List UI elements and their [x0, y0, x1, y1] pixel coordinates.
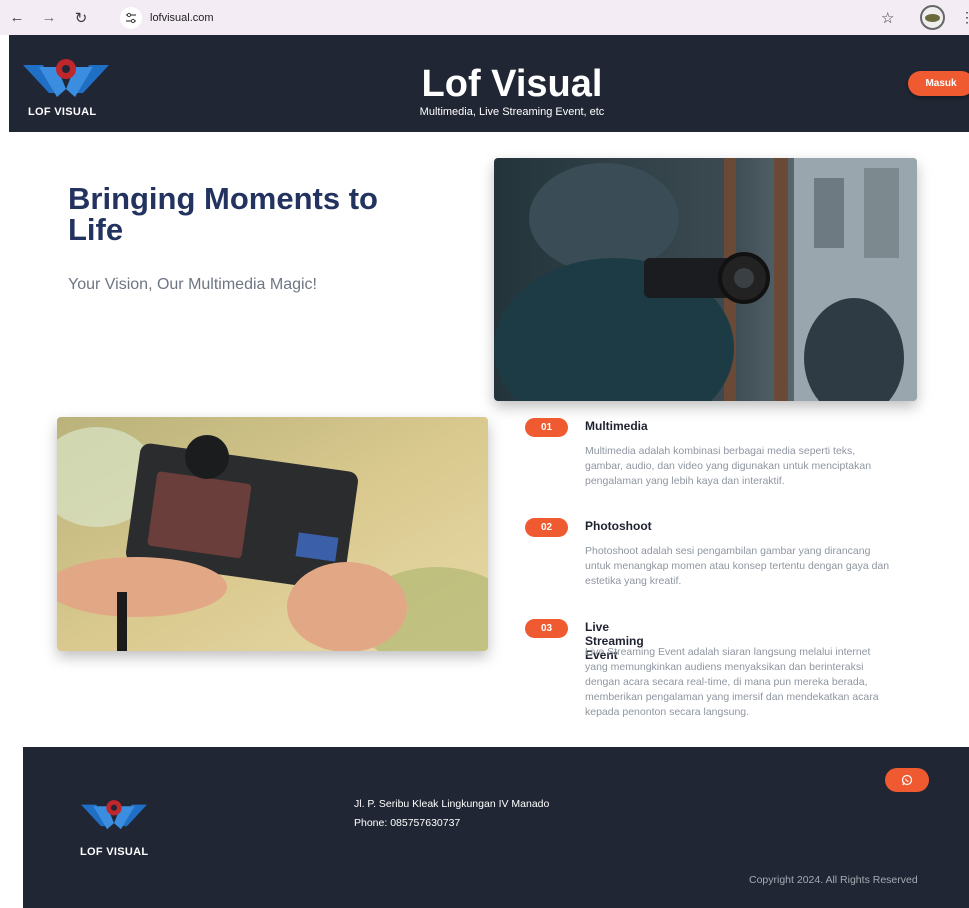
- site-subtitle: Multimedia, Live Streaming Event, etc: [419, 106, 605, 118]
- site-footer: LOF VISUAL Jl. P. Seribu Kleak Lingkunga…: [23, 747, 969, 908]
- service-number-badge: 02: [525, 518, 568, 537]
- address-bar[interactable]: lofvisual.com: [118, 6, 906, 29]
- service-description: Photoshoot adalah sesi pengambilan gamba…: [585, 545, 890, 587]
- browser-toolbar: ← → ↻ lofvisual.com ☆ ⋮: [0, 0, 969, 35]
- back-icon[interactable]: ←: [6, 7, 28, 29]
- profile-avatar[interactable]: [920, 5, 945, 30]
- logo-text: LOF VISUAL: [28, 106, 97, 118]
- service-number-badge: 01: [525, 418, 568, 437]
- url-text[interactable]: lofvisual.com: [150, 12, 214, 24]
- service-description: Multimedia adalah kombinasi berbagai med…: [585, 445, 872, 487]
- whatsapp-button[interactable]: [885, 768, 929, 792]
- service-description: Live Streaming Event adalah siaran langs…: [585, 646, 879, 718]
- footer-copyright: Copyright 2024. All Rights Reserved: [749, 874, 918, 886]
- hero-tagline: Your Vision, Our Multimedia Magic!: [68, 276, 317, 293]
- login-button[interactable]: Masuk: [908, 71, 969, 96]
- service-number-badge: 03: [525, 619, 568, 638]
- footer-phone: Phone: 085757630737: [354, 817, 461, 829]
- footer-lof-visual-logo: [81, 800, 147, 830]
- service-title: Multimedia: [585, 419, 648, 433]
- site-title: Lof Visual: [421, 63, 603, 105]
- site-settings-icon[interactable]: [120, 6, 142, 29]
- reload-icon[interactable]: ↻: [70, 7, 92, 29]
- photographer-image: [494, 158, 917, 401]
- camera-hands-image: [57, 417, 488, 651]
- service-title: Photoshoot: [585, 519, 652, 533]
- footer-logo-text: LOF VISUAL: [80, 846, 149, 858]
- hero-title: Bringing Moments to Life: [68, 181, 378, 247]
- bookmark-star-icon[interactable]: ☆: [881, 9, 894, 27]
- menu-kebab-icon[interactable]: ⋮: [960, 9, 969, 26]
- site-header: LOF VISUAL Lof Visual Multimedia, Live S…: [9, 35, 969, 132]
- forward-icon[interactable]: →: [38, 7, 60, 29]
- footer-address: Jl. P. Seribu Kleak Lingkungan IV Manado: [354, 798, 550, 810]
- whatsapp-icon: [901, 774, 913, 786]
